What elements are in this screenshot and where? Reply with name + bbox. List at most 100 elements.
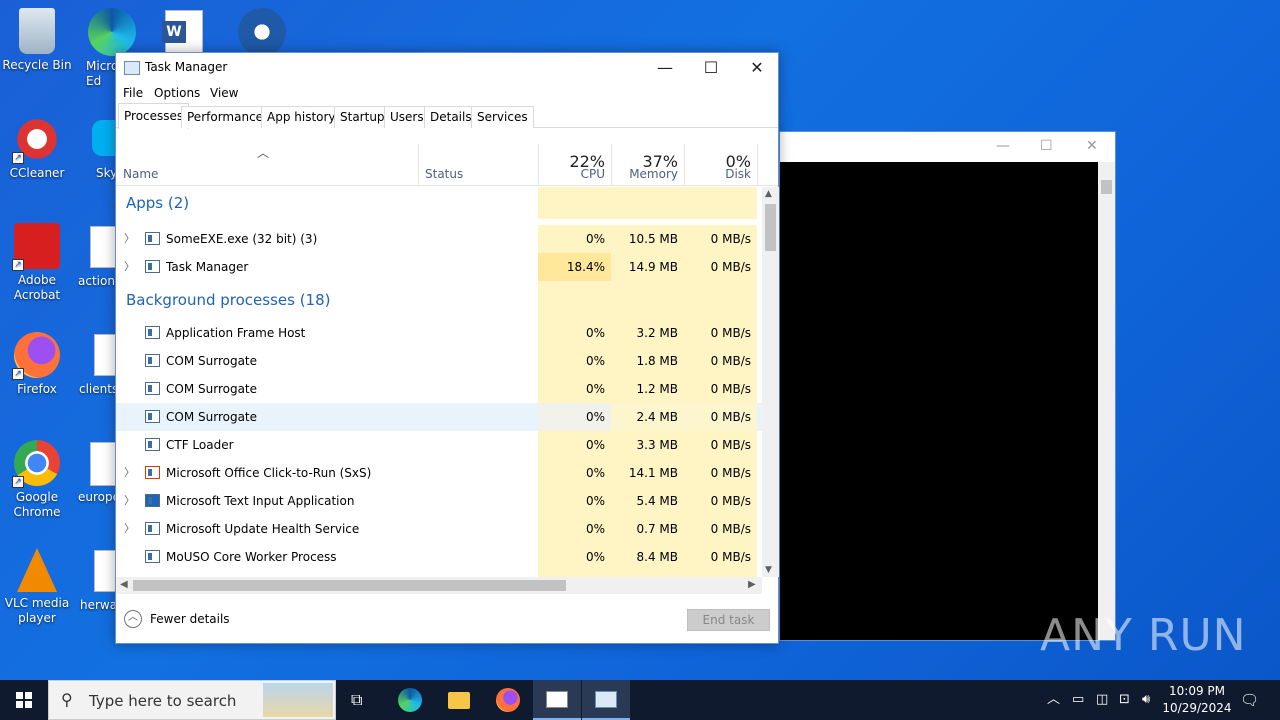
process-row[interactable]: CTF Loader 0% 3.3 MB 0 MB/s (116, 431, 762, 459)
tab-startup[interactable]: Startup (334, 106, 391, 128)
start-button[interactable] (0, 680, 48, 720)
process-row-selected[interactable]: COM Surrogate 0% 2.4 MB 0 MB/s (116, 403, 762, 431)
console-scrollbar[interactable] (1098, 162, 1115, 640)
end-task-button[interactable]: End task (687, 609, 770, 631)
menu-file[interactable]: File (123, 86, 143, 100)
tab-details[interactable]: Details (424, 106, 478, 128)
process-disk: 0 MB/s (710, 494, 751, 508)
minimize-button[interactable]: — (642, 56, 688, 80)
chevron-up-icon[interactable]: ︿ (1047, 680, 1060, 720)
menu-options[interactable]: Options (154, 86, 200, 100)
desktop-icon-skype[interactable] (92, 120, 116, 156)
column-name[interactable]: Name (116, 144, 418, 185)
process-name: COM Surrogate (166, 382, 258, 396)
process-memory: 14.9 MB (628, 260, 678, 274)
clock-date: 10/29/2024 (1162, 701, 1232, 715)
process-row[interactable]: 〉 Microsoft Text Input Application 0% 5.… (116, 487, 762, 515)
desktop-icon-europe[interactable] (90, 442, 116, 486)
chevron-right-icon[interactable]: 〉 (124, 515, 135, 543)
minimize-icon[interactable]: — (996, 138, 1010, 154)
desktop-icon-firefox[interactable]: ↗ Firefox (0, 332, 74, 397)
process-row[interactable]: 〉 Microsoft Office Click-to-Run (SxS) 0%… (116, 459, 762, 487)
process-memory: 1.8 MB (636, 354, 678, 368)
desktop-icon-label: Recycle Bin (2, 58, 72, 72)
process-cpu: 0% (585, 494, 605, 508)
search-box[interactable]: ⚲ Type here to search (48, 680, 336, 720)
scroll-down-icon[interactable]: ▼ (765, 565, 772, 575)
maximize-icon[interactable]: ☐ (1040, 138, 1053, 154)
task-view-button[interactable]: ⧉ (336, 680, 384, 720)
chevron-right-icon[interactable]: 〉 (124, 253, 135, 281)
display-icon[interactable]: ◫ (1096, 680, 1108, 720)
scroll-thumb[interactable] (765, 204, 776, 251)
tab-performance[interactable]: Performance (181, 106, 270, 128)
column-memory[interactable]: 37% Memory (611, 144, 684, 185)
desktop-icon-vlc[interactable]: VLC media player (0, 548, 74, 626)
process-list: Apps (2) 〉 SomeEXE.exe (32 bit) (3) 0% 1… (116, 187, 762, 577)
maximize-button[interactable]: ☐ (688, 56, 734, 80)
horizontal-scrollbar[interactable]: ◀ ▶ (116, 577, 762, 594)
gear-icon (238, 8, 286, 56)
taskbar-edge[interactable] (386, 680, 434, 720)
column-divider[interactable] (757, 144, 758, 185)
console-window[interactable]: — ☐ ✕ (779, 131, 1116, 641)
desktop-icon-recycle-bin[interactable]: Recycle Bin (0, 8, 74, 73)
close-button[interactable]: ✕ (734, 56, 780, 80)
desktop-icon-edge[interactable] (88, 8, 136, 56)
tab-processes[interactable]: Processes (118, 103, 190, 129)
tab-users[interactable]: Users (384, 106, 430, 128)
taskbar-console[interactable] (533, 680, 581, 720)
tablet-icon[interactable]: ▭ (1072, 680, 1084, 720)
process-row[interactable]: COM Surrogate 0% 1.8 MB 0 MB/s (116, 347, 762, 375)
taskbar-firefox[interactable] (484, 680, 532, 720)
group-header-apps[interactable]: Apps (2) (116, 187, 762, 219)
console-titlebar[interactable]: — ☐ ✕ (780, 132, 1115, 162)
taskbar-file-explorer[interactable] (435, 680, 483, 720)
desktop-icon-action[interactable] (90, 226, 116, 268)
volume-icon[interactable]: 🔊︎ (1142, 680, 1150, 720)
column-status[interactable]: Status (418, 144, 538, 185)
windows-logo-icon (16, 692, 32, 708)
chevron-right-icon[interactable]: 〉 (124, 459, 135, 487)
network-icon[interactable]: ⊡ (1119, 680, 1130, 720)
chevron-right-icon[interactable]: 〉 (124, 225, 135, 253)
process-row[interactable]: COM Surrogate 0% 1.2 MB 0 MB/s (116, 375, 762, 403)
column-cpu[interactable]: 22% CPU (538, 144, 611, 185)
desktop-icon-settings[interactable] (238, 8, 286, 56)
process-row[interactable]: Application Frame Host 0% 3.2 MB 0 MB/s (116, 319, 762, 347)
scroll-up-icon[interactable]: ▲ (765, 189, 772, 199)
taskbar-task-manager[interactable] (582, 680, 630, 720)
close-icon[interactable]: ✕ (1086, 138, 1098, 154)
console-output[interactable] (780, 162, 1099, 640)
desktop-icon-adobe-acrobat[interactable]: ↗ Adobe Acrobat (0, 223, 74, 303)
tab-app-history[interactable]: App history (261, 106, 342, 128)
scroll-left-icon[interactable]: ◀ (120, 579, 128, 590)
vertical-scrollbar[interactable]: ▲ ▼ (762, 187, 779, 577)
process-disk: 0 MB/s (710, 260, 751, 274)
clock[interactable]: 10:09 PM 10/29/2024 (1162, 683, 1232, 717)
fewer-details-button[interactable]: ︿ Fewer details (124, 610, 230, 628)
menu-view[interactable]: View (210, 86, 238, 100)
desktop-icon-ccleaner[interactable]: ↗ CCleaner (0, 116, 74, 181)
task-view-icon: ⧉ (351, 690, 363, 709)
word-icon: W (162, 21, 186, 43)
title-bar[interactable]: Task Manager — ☐ ✕ (116, 53, 778, 83)
group-header-background[interactable]: Background processes (18) (116, 281, 762, 319)
desktop-icon-google-chrome[interactable]: ↗ Google Chrome (0, 440, 74, 520)
process-row[interactable]: 〉 Microsoft Update Health Service 0% 0.7… (116, 515, 762, 543)
process-row[interactable]: 〉 SomeEXE.exe (32 bit) (3) 0% 10.5 MB 0 … (116, 225, 762, 253)
scroll-right-icon[interactable]: ▶ (748, 579, 756, 590)
task-manager-window[interactable]: Task Manager — ☐ ✕ File Options View Pro… (115, 52, 779, 644)
desktop-icon-herway[interactable] (94, 550, 116, 592)
notification-icon[interactable]: 🗨︎ (1240, 680, 1259, 720)
tab-services[interactable]: Services (471, 106, 534, 128)
desktop-icon-word[interactable]: W (162, 10, 203, 54)
process-row[interactable]: 〉 Task Manager 18.4% 14.9 MB 0 MB/s (116, 253, 762, 281)
process-row[interactable]: MoUSO Core Worker Process 0% 8.4 MB 0 MB… (116, 543, 762, 571)
chevron-right-icon[interactable]: 〉 (124, 487, 135, 515)
process-memory: 0.7 MB (636, 522, 678, 536)
scroll-thumb[interactable] (1101, 180, 1112, 194)
scroll-thumb[interactable] (133, 580, 566, 591)
column-disk[interactable]: 0% Disk (684, 144, 757, 185)
desktop-icon-clients[interactable] (94, 334, 116, 376)
